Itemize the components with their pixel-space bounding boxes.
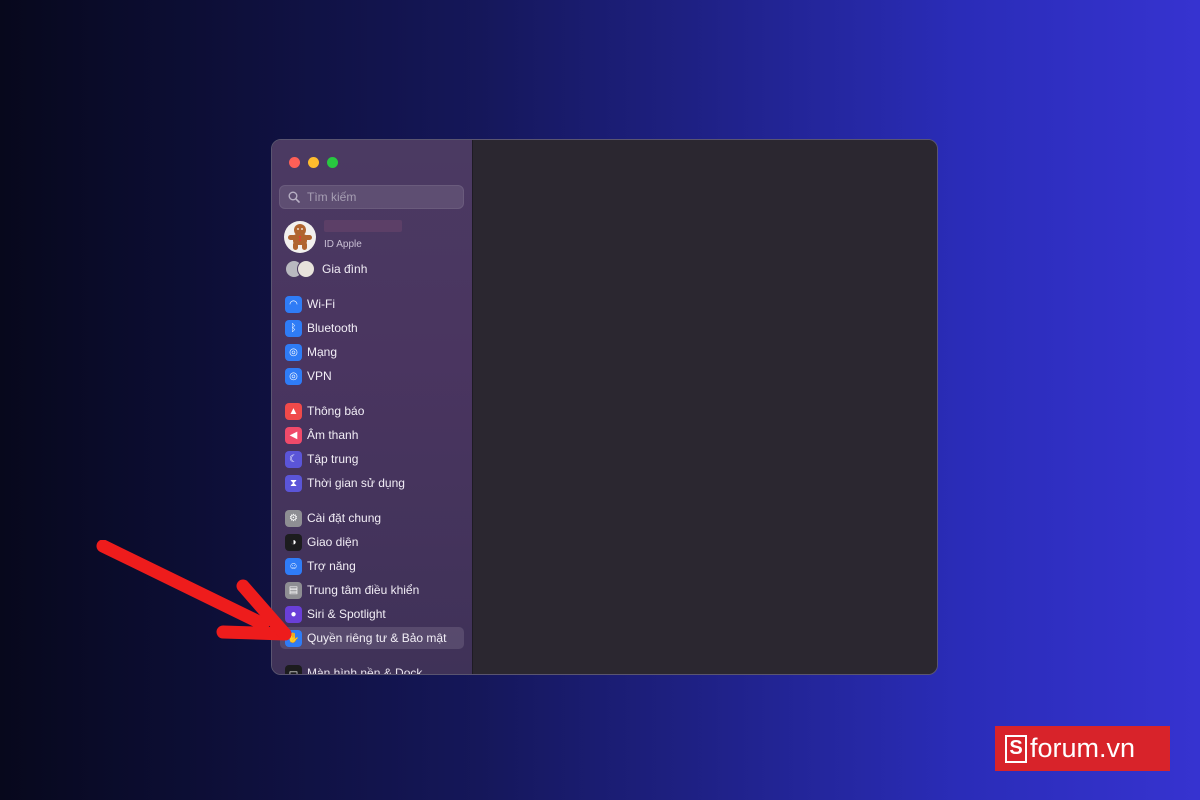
system-settings-window: ID Apple Gia đình ◠Wi-FiᛒBluetooth◎Mạng◎… [271,139,938,675]
family-item[interactable]: Gia đình [285,259,367,279]
search-field[interactable] [279,185,464,209]
family-avatar [297,260,315,278]
avatar [284,221,316,253]
red-arrow-annotation [96,540,292,641]
sidebar-item-label: VPN [307,369,332,383]
sforum-logo: S forum.vn [995,726,1170,771]
sidebar-item-label: Thông báo [307,404,365,418]
sidebar-item-label: Mạng [307,345,338,359]
apple-id-profile[interactable]: ID Apple [284,220,402,254]
profile-name-redacted [324,220,402,232]
search-icon [285,188,303,206]
sidebar-item[interactable]: ✋ Quyền riêng tư & Bảo mật [280,627,464,649]
sidebar-item-label: Cài đặt chung [307,511,382,525]
sidebar-item[interactable]: ⚙ Cài đặt chung [280,507,464,529]
sidebar-item[interactable]: ⧗ Thời gian sử dụng [280,472,464,494]
sidebar-item[interactable]: ☾ Tập trung [280,448,464,470]
gingerbread-avatar-icon [288,224,312,250]
vpn-globe-icon: ◎ [285,367,302,385]
sidebar-item[interactable]: ᛒ Bluetooth [280,317,464,339]
minimize-window-button[interactable] [308,157,319,168]
sidebar-item[interactable]: ◑ Giao diện [280,531,464,553]
sidebar-item[interactable]: ◎ VPN [280,365,464,387]
bell-icon: ▲ [285,402,302,420]
sidebar-item-label: Trung tâm điều khiển [307,583,420,597]
sidebar-item-label: Màn hình nền & Dock [307,666,423,674]
sidebar-item[interactable]: ▤ Trung tâm điều khiển [280,579,464,601]
bluetooth-icon: ᛒ [285,319,302,337]
sidebar-item[interactable]: ◠ Wi-Fi [280,293,464,315]
sidebar-item-label: Bluetooth [307,321,358,335]
sidebar-item-label: Trợ năng [307,559,356,573]
sidebar-item[interactable]: ▲ Thông báo [280,400,464,422]
dock-icon: ▭ [285,664,302,674]
sidebar-item-label: Tập trung [307,452,359,466]
sidebar-item[interactable]: ◀ Âm thanh [280,424,464,446]
gear-icon: ⚙ [285,509,302,527]
speaker-icon: ◀ [285,426,302,444]
traffic-lights [289,157,338,168]
sidebar-item-label: Wi-Fi [307,297,335,311]
sidebar-item-label: Siri & Spotlight [307,607,386,621]
globe-icon: ◎ [285,343,302,361]
sidebar-item-label: Quyền riêng tư & Bảo mật [307,631,447,645]
sidebar-item-label: Âm thanh [307,428,359,442]
settings-sidebar: ID Apple Gia đình ◠Wi-FiᛒBluetooth◎Mạng◎… [272,140,473,674]
sidebar-item-label: Thời gian sử dụng [307,476,405,490]
sidebar-item[interactable]: ● Siri & Spotlight [280,603,464,625]
sidebar-item[interactable]: ▭ Màn hình nền & Dock [280,662,464,674]
hourglass-icon: ⧗ [285,474,302,492]
search-input[interactable] [305,189,459,205]
sforum-wordmark: forum.vn [1030,733,1136,763]
zoom-window-button[interactable] [327,157,338,168]
sidebar-item[interactable]: ☺ Trợ năng [280,555,464,577]
close-window-button[interactable] [289,157,300,168]
sforum-s-mark: S [1005,734,1027,763]
sidebar-item-label: Giao diện [307,535,359,549]
wifi-icon: ◠ [285,295,302,313]
sidebar-item[interactable]: ◎ Mạng [280,341,464,363]
moon-icon: ☾ [285,450,302,468]
settings-content-pane [473,140,937,674]
family-label: Gia đình [322,262,368,276]
apple-id-label: ID Apple [324,239,362,250]
